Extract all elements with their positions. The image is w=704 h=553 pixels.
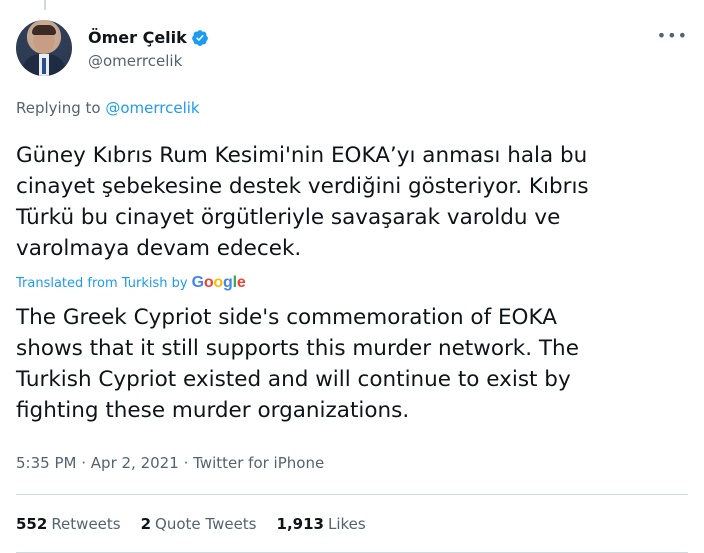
tweet-date[interactable]: Apr 2, 2021 bbox=[91, 454, 179, 472]
divider-top bbox=[16, 494, 688, 495]
tweet-header: Ömer Çelik @omerrcelik ••• bbox=[16, 16, 688, 80]
thread-connector-line bbox=[44, 0, 46, 10]
quote-tweets-label: Quote Tweets bbox=[155, 515, 257, 533]
avatar[interactable] bbox=[16, 20, 72, 76]
engagement-stats: 552 Retweets 2 Quote Tweets 1,913 Likes bbox=[16, 515, 366, 533]
likes-stat[interactable]: 1,913 Likes bbox=[277, 515, 366, 533]
replying-to-label: Replying to bbox=[16, 99, 101, 117]
author-name[interactable]: Ömer Çelik bbox=[88, 28, 187, 47]
tweet-source[interactable]: Twitter for iPhone bbox=[193, 454, 324, 472]
meta-separator: · bbox=[81, 454, 87, 472]
quote-tweets-stat[interactable]: 2 Quote Tweets bbox=[141, 515, 257, 533]
likes-label: Likes bbox=[327, 515, 366, 533]
quote-tweets-count: 2 bbox=[140, 515, 152, 533]
replying-to: Replying to @omerrcelik bbox=[16, 99, 200, 117]
google-logo: Google bbox=[191, 274, 246, 291]
tweet-text: Güney Kıbrıs Rum Kesimi'nin EOKA’yı anma… bbox=[16, 143, 589, 261]
translated-text: The Greek Cypriot side's commemoration o… bbox=[16, 305, 579, 423]
avatar-tie bbox=[42, 58, 46, 74]
likes-count: 1,913 bbox=[276, 515, 324, 533]
replying-to-mention[interactable]: @omerrcelik bbox=[105, 99, 199, 117]
tweet-metadata: 5:35 PM · Apr 2, 2021 · Twitter for iPho… bbox=[16, 454, 324, 472]
more-options-icon[interactable]: ••• bbox=[657, 26, 688, 45]
author-handle[interactable]: @omerrcelik bbox=[88, 52, 182, 70]
translation-credit[interactable]: Translated from Turkish by Google bbox=[16, 274, 246, 292]
retweets-count: 552 bbox=[16, 515, 48, 533]
retweets-label: Retweets bbox=[51, 515, 121, 533]
avatar-hair bbox=[32, 25, 56, 35]
meta-separator: · bbox=[183, 454, 189, 472]
tweet-time[interactable]: 5:35 PM bbox=[16, 454, 76, 472]
author-name-row[interactable]: Ömer Çelik bbox=[88, 28, 209, 47]
translated-from-label: Translated from Turkish by bbox=[16, 275, 188, 291]
verified-badge-icon bbox=[191, 29, 208, 46]
retweets-stat[interactable]: 552 Retweets bbox=[16, 515, 121, 533]
